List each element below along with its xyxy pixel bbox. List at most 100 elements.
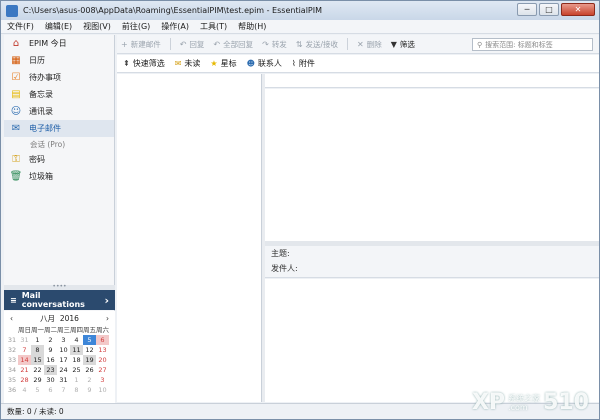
status-text: 数量: 0 / 未读: 0 [7,407,64,416]
calendar-day[interactable]: 10 [57,345,70,355]
reply-label: 回复 [189,39,205,49]
calendar-day[interactable]: 8 [70,385,83,395]
calendar-day[interactable]: 29 [31,375,44,385]
calendar-day[interactable]: 3 [57,335,70,345]
calendar-day[interactable]: 3 [96,375,109,385]
sidebar-item-contacts[interactable]: ☺ 通讯录 [4,103,114,120]
unread-filter-button[interactable]: ✉ 未读 [175,58,201,69]
calendar-day[interactable]: 4 [70,335,83,345]
calendar-day[interactable]: 13 [96,345,109,355]
close-button[interactable]: ✕ [561,3,595,16]
calendar-dow: 周六 [96,326,109,334]
menu-tools[interactable]: 工具(T) [200,21,227,32]
calendar-day[interactable]: 26 [83,365,96,375]
calendar-day[interactable]: 7 [18,345,31,355]
mail-icon: ✉ [11,122,21,134]
delete-button[interactable]: ✕ 删除 [357,39,382,50]
calendar-day[interactable]: 6 [44,385,57,395]
sidebar-item-passwords[interactable]: ⚿ 密码 [4,151,114,168]
list-icon: ≡ [10,295,17,305]
sidebar-item-notes[interactable]: ▤ 备忘录 [4,86,114,103]
attachment-filter-button[interactable]: ⌇ 附件 [292,58,315,69]
calendar-dow: 周日 [18,326,31,334]
calendar-day[interactable]: 25 [70,365,83,375]
send-receive-button[interactable]: ⇅ 发送/接收 [296,39,338,50]
starred-filter-button[interactable]: ★ 星标 [210,58,236,69]
new-mail-button[interactable]: + 新建邮件 [121,39,161,50]
calendar-prev-icon[interactable]: ‹ [10,314,13,323]
calendar-day[interactable]: 24 [57,365,70,375]
menu-edit[interactable]: 编辑(E) [45,21,72,32]
message-list[interactable] [117,74,262,402]
calendar-day[interactable]: 11 [70,345,83,355]
conversation-pane[interactable] [265,89,599,241]
calendar-day[interactable]: 23 [44,365,57,375]
menu-go[interactable]: 前往(G) [122,21,150,32]
sidebar-item-trash[interactable]: 🗑 垃圾箱 [4,168,114,185]
calendar-day[interactable]: 18 [70,355,83,365]
calendar-day[interactable]: 2 [83,375,96,385]
sidebar-item-label: 日历 [29,56,45,65]
filter-button[interactable]: ▼ 筛选 [391,39,415,50]
calendar-day[interactable]: 17 [57,355,70,365]
calendar-day[interactable]: 10 [96,385,109,395]
title-bar[interactable]: C:\Users\asus-008\AppData\Roaming\Essent… [1,1,599,20]
calendar-day[interactable]: 22 [31,365,44,375]
filter-label: 筛选 [399,39,415,49]
sidebar-item-todo[interactable]: ☑ 待办事项 [4,69,114,86]
calendar-day-today[interactable]: 5 [83,335,96,345]
message-body[interactable] [265,279,599,402]
calendar-day[interactable]: 30 [44,375,57,385]
watermark-tagline: 系统之家 [508,393,541,403]
calendar-day[interactable]: 31 [57,375,70,385]
reply-all-button[interactable]: ↶ 全部回复 [213,39,253,50]
contact-label: 联系人 [257,59,282,68]
quick-filter-button[interactable]: ⇞ 快速筛选 [123,58,165,69]
chevron-right-icon[interactable]: › [104,294,109,307]
search-input[interactable]: ⚲ 搜索范围: 标题和标签 [472,38,593,51]
calendar-day[interactable]: 27 [96,365,109,375]
calendar-day[interactable]: 4 [18,385,31,395]
calendar-day[interactable]: 15 [31,355,44,365]
calendar-day[interactable]: 8 [31,345,44,355]
calendar-day[interactable]: 1 [31,335,44,345]
mail-conversations-panel[interactable]: ≡ Mail conversations › [4,290,115,310]
sidebar-item-today[interactable]: ⌂ EPIM 今日 [4,35,114,52]
sidebar-subitem-conversations[interactable]: 会话 (Pro) [4,137,114,151]
menu-view[interactable]: 视图(V) [83,21,111,32]
calendar-next-icon[interactable]: › [106,314,109,323]
calendar-day[interactable]: 12 [83,345,96,355]
calendar-month: 八月 [40,313,56,323]
calendar-day[interactable]: 9 [44,345,57,355]
calendar-day[interactable]: 9 [83,385,96,395]
toolbar-separator [347,38,349,50]
calendar-day[interactable]: 19 [83,355,96,365]
calendar-dow: 周三 [57,326,70,334]
minimize-button[interactable]: ─ [517,3,537,16]
sidebar-item-calendar[interactable]: ▦ 日历 [4,52,114,69]
forward-button[interactable]: ↷ 转发 [262,39,287,50]
calendar-day[interactable]: 21 [18,365,31,375]
sidebar-item-mail[interactable]: ✉ 电子邮件 [4,120,114,137]
calendar-day[interactable]: 20 [96,355,109,365]
menu-help[interactable]: 帮助(H) [238,21,266,32]
calendar-day[interactable]: 7 [57,385,70,395]
delete-label: 删除 [366,39,382,49]
calendar-day[interactable]: 31 [18,335,31,345]
calendar-day[interactable]: 28 [18,375,31,385]
contact-filter-button[interactable]: ☻ 联系人 [247,58,282,69]
menu-actions[interactable]: 操作(A) [161,21,189,32]
calendar-day[interactable]: 6 [96,335,109,345]
reply-button[interactable]: ↶ 回复 [180,39,205,50]
calendar-day[interactable]: 5 [31,385,44,395]
menu-file[interactable]: 文件(F) [7,21,34,32]
mail-conversations-label: Mail conversations [21,291,85,309]
calendar-day[interactable]: 2 [44,335,57,345]
calendar-day[interactable]: 1 [70,375,83,385]
maximize-button[interactable]: □ [539,3,559,16]
calendar-day[interactable]: 16 [44,355,57,365]
forward-icon: ↷ [262,39,269,49]
calendar-day[interactable]: 14 [18,355,31,365]
calendar-year: 2016 [59,313,79,323]
sidebar-item-label: 密码 [29,155,45,164]
